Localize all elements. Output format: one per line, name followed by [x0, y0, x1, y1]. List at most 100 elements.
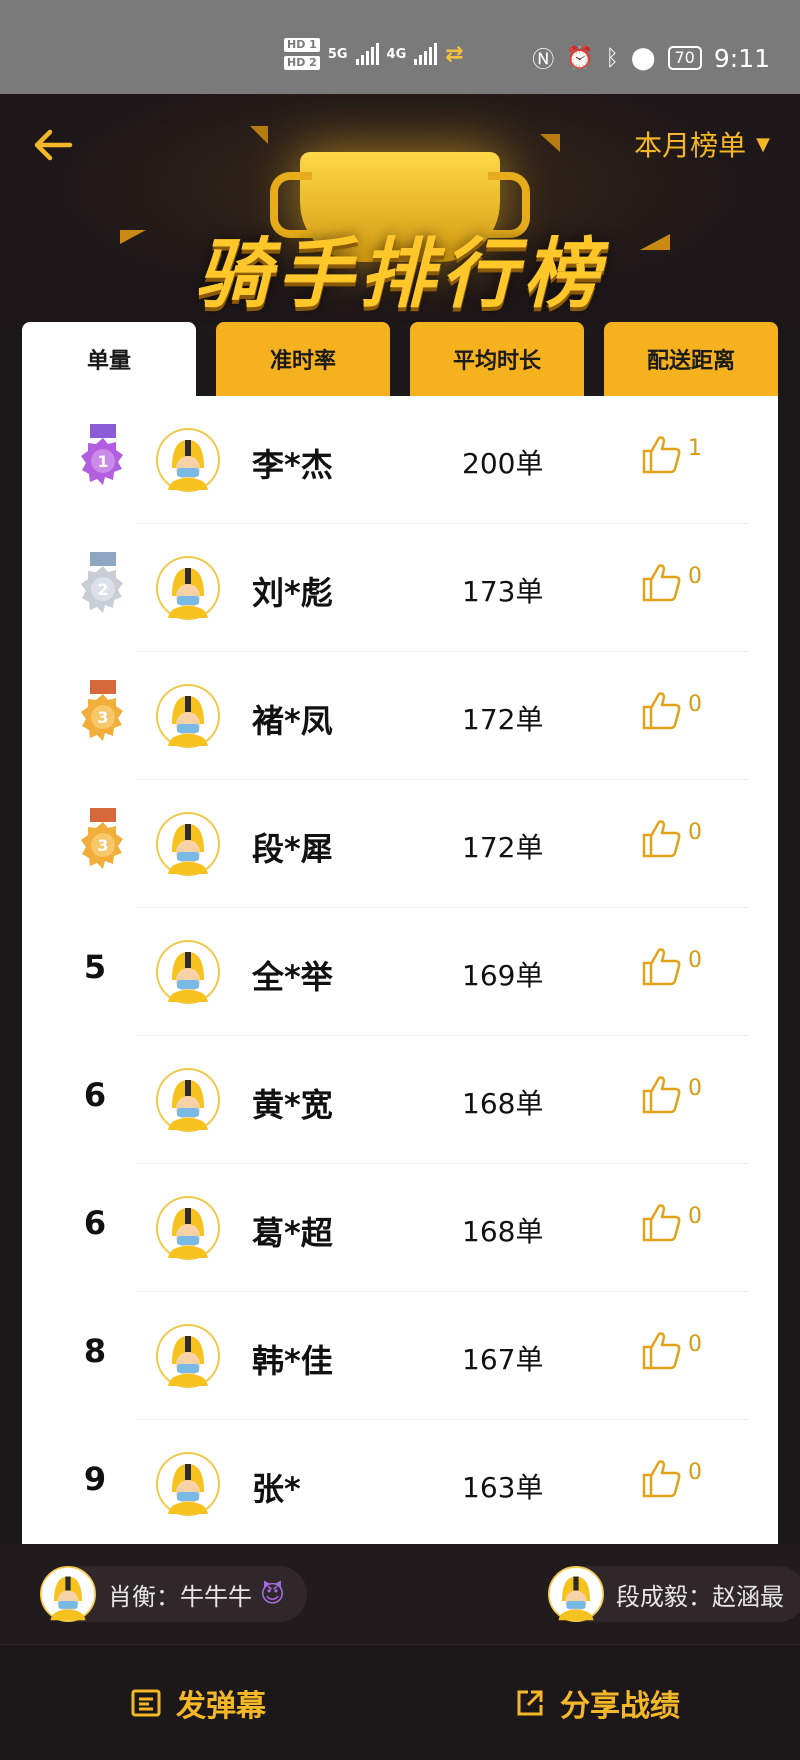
gold-shard-decoration [540, 134, 560, 152]
clock: 9:11 [713, 43, 770, 73]
svg-text:3: 3 [97, 708, 108, 727]
avatar[interactable] [156, 556, 220, 620]
like-button[interactable]: 1 [640, 432, 720, 484]
order-count: 172单 [462, 703, 544, 736]
like-count: 1 [688, 436, 702, 461]
network-indicators: HD 1 HD 2 5G 4G ⇄ [284, 38, 464, 70]
page-title: 骑手排行榜 [195, 229, 605, 318]
avatar[interactable] [156, 1068, 220, 1132]
metric-tabs: 单量 准时率 平均时长 配送距离 [22, 322, 778, 396]
order-count: 169单 [462, 959, 544, 992]
like-button[interactable]: 0 [640, 1200, 720, 1252]
tab-order-count[interactable]: 单量 [22, 322, 196, 396]
avatar[interactable] [156, 1452, 220, 1516]
rank-number: 9 [83, 1460, 107, 1498]
ranking-row: 5 全*举 169单 0 [22, 908, 778, 1036]
barrage-text: 段成毅：赵涵最 [616, 1582, 784, 1611]
rider-name: 韩*佳 [252, 1342, 333, 1380]
like-button[interactable]: 0 [640, 816, 720, 868]
thumbs-up-icon [640, 432, 684, 480]
rank-medal-icon: 3 [78, 808, 128, 874]
ranking-list: 1 李*杰 200单 1 2 刘*彪 173单 0 3 褚*凤 172单 0 3 段*犀 172单 0 5 全*举… [22, 396, 778, 1548]
net2-label: 4G [386, 46, 407, 62]
share-results-label: 分享战绩 [560, 1689, 680, 1724]
like-button[interactable]: 0 [640, 944, 720, 996]
tab-average-duration[interactable]: 平均时长 [410, 322, 584, 396]
like-button[interactable]: 0 [640, 1456, 720, 1508]
period-label: 本月榜单 [634, 129, 747, 162]
rider-name: 张* [252, 1470, 301, 1508]
send-danmaku-label: 发弹幕 [176, 1689, 266, 1724]
header-banner: 本月榜单 ▼ 骑手排行榜 [0, 94, 800, 324]
send-danmaku-button[interactable]: 发弹幕 [130, 1681, 266, 1725]
like-count: 0 [688, 1332, 702, 1357]
rider-name: 黄*宽 [252, 1086, 333, 1124]
tab-on-time-rate[interactable]: 准时率 [216, 322, 390, 396]
rank-medal-icon: 2 [78, 552, 128, 618]
order-count: 172单 [462, 831, 544, 864]
rider-name: 葛*超 [252, 1214, 333, 1252]
devil-emoji-icon: 😈 [260, 1580, 286, 1608]
svg-text:1: 1 [97, 452, 108, 471]
rider-name: 褚*凤 [252, 702, 333, 740]
rider-name: 刘*彪 [252, 574, 333, 612]
like-count: 0 [688, 1076, 702, 1101]
ranking-row: 9 张* 163单 0 [22, 1420, 778, 1548]
thumbs-up-icon [640, 1456, 684, 1504]
ranking-row: 6 葛*超 168单 0 [22, 1164, 778, 1292]
rider-name: 全*举 [252, 958, 333, 996]
ranking-row: 2 刘*彪 173单 0 [22, 524, 778, 652]
bluetooth-icon: ᛒ [605, 45, 619, 71]
order-count: 167单 [462, 1343, 544, 1376]
like-button[interactable]: 0 [640, 560, 720, 612]
avatar[interactable] [156, 940, 220, 1004]
like-count: 0 [688, 692, 702, 717]
status-icons: Ⓝ ⏰ ᛒ ⬤ 70 9:11 [532, 42, 770, 74]
avatar[interactable] [156, 684, 220, 748]
thumbs-up-icon [640, 1328, 684, 1376]
thumbs-up-icon [640, 944, 684, 992]
share-results-button[interactable]: 分享战绩 [514, 1681, 680, 1725]
avatar [548, 1566, 604, 1622]
period-selector[interactable]: 本月榜单 ▼ [634, 124, 770, 164]
thumbs-up-icon [640, 688, 684, 736]
rank-medal-icon: 3 [78, 680, 128, 746]
order-count: 173单 [462, 575, 544, 608]
order-count: 168单 [462, 1215, 544, 1248]
avatar[interactable] [156, 812, 220, 876]
like-count: 0 [688, 1460, 702, 1485]
like-button[interactable]: 0 [640, 1328, 720, 1380]
net1-label: 5G [327, 46, 348, 62]
ranking-row: 3 段*犀 172单 0 [22, 780, 778, 908]
like-count: 0 [688, 564, 702, 589]
order-count: 200单 [462, 447, 544, 480]
rank-number: 5 [83, 948, 107, 986]
wifi-share-icon: ⇄ [445, 41, 464, 67]
ranking-row: 1 李*杰 200单 1 [22, 396, 778, 524]
order-count: 163单 [462, 1471, 544, 1504]
thumbs-up-icon [640, 816, 684, 864]
tab-delivery-distance[interactable]: 配送距离 [604, 322, 778, 396]
order-count: 168单 [462, 1087, 544, 1120]
barrage-bubble: 肖衡：牛牛牛 😈 [40, 1566, 308, 1622]
like-button[interactable]: 0 [640, 1072, 720, 1124]
danmaku-icon [131, 1689, 161, 1717]
thumbs-up-icon [640, 1200, 684, 1248]
signal2-icon [414, 43, 438, 65]
like-button[interactable]: 0 [640, 688, 720, 740]
avatar[interactable] [156, 428, 220, 492]
ranking-row: 6 黄*宽 168单 0 [22, 1036, 778, 1164]
rank-medal-icon: 1 [78, 424, 128, 490]
like-count: 0 [688, 1204, 702, 1229]
thumbs-up-icon [640, 1072, 684, 1120]
rank-number: 6 [83, 1076, 107, 1114]
rank-number: 8 [83, 1332, 107, 1370]
avatar[interactable] [156, 1324, 220, 1388]
back-button[interactable] [30, 122, 76, 168]
bottom-action-bar: 发弹幕 分享战绩 [0, 1644, 800, 1760]
svg-text:3: 3 [97, 836, 108, 855]
like-count: 0 [688, 820, 702, 845]
hd1-badge: HD 1 [284, 38, 320, 52]
avatar[interactable] [156, 1196, 220, 1260]
thumbs-up-icon [640, 560, 684, 608]
